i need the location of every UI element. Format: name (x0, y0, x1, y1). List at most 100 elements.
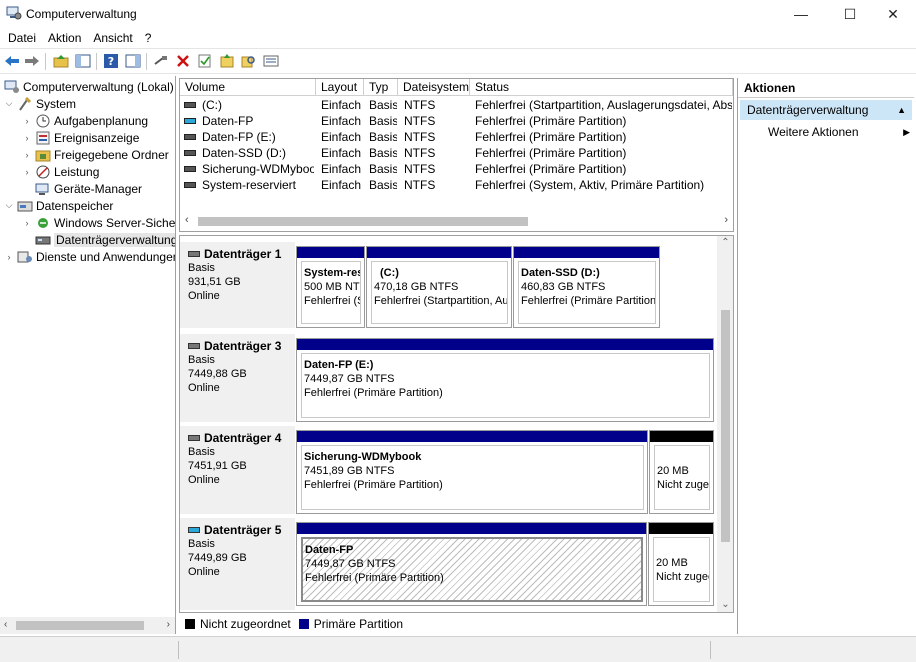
table-row[interactable]: Daten-FP Einfach Basis NTFS Fehlerfrei (… (180, 113, 733, 129)
tree-label: Leistung (54, 164, 100, 179)
table-row[interactable]: System-reserviert Einfach Basis NTFS Feh… (180, 177, 733, 193)
disk-type: Basis (188, 538, 215, 550)
show-hide-tree-icon[interactable] (74, 52, 92, 70)
delete-icon[interactable] (174, 52, 192, 70)
partition-d[interactable]: Daten-SSD (D:) 460,83 GB NTFS Fehlerfrei… (513, 246, 660, 328)
menu-help[interactable]: ? (139, 28, 158, 48)
scroll-right-icon[interactable]: › (724, 214, 728, 226)
maximize-button[interactable]: ☐ (827, 0, 873, 28)
disk-icon (188, 251, 200, 257)
tree-item-system[interactable]: ⌵ System (4, 95, 76, 112)
device-manager-icon (35, 182, 51, 196)
export-list-icon[interactable] (218, 52, 236, 70)
primary-swatch (298, 619, 309, 629)
menu-ansicht[interactable]: Ansicht (87, 28, 138, 48)
scrollbar-thumb[interactable] (16, 621, 144, 630)
menu-bar: Datei Aktion Ansicht ? (0, 28, 916, 48)
chevron-right-icon[interactable]: › (22, 116, 32, 126)
volume-icon (184, 134, 196, 140)
up-folder-icon[interactable] (52, 52, 70, 70)
table-row[interactable]: (C:) Einfach Basis NTFS Fehlerfrei (Star… (180, 97, 733, 113)
connect-icon[interactable] (152, 52, 170, 70)
disk-label[interactable]: Datenträger 3 Basis 7449,88 GB Online (180, 334, 295, 422)
forward-icon[interactable] (23, 52, 41, 70)
chevron-down-icon[interactable]: ⌵ (4, 200, 14, 211)
clock-icon (35, 114, 51, 128)
collapse-up-icon[interactable]: ▲ (897, 100, 906, 120)
menu-datei[interactable]: Datei (2, 28, 42, 48)
table-row[interactable]: Sicherung-WDMybook Einfach Basis NTFS Fe… (180, 161, 733, 177)
close-button[interactable]: ✕ (870, 0, 916, 28)
tree-item-root[interactable]: Computerverwaltung (Lokal) (4, 78, 174, 95)
tree-item-datentraegerverwaltung[interactable]: Datenträgerverwaltung (35, 231, 175, 248)
show-hide-action-pane-icon[interactable] (124, 52, 142, 70)
volume-icon (184, 102, 196, 108)
list-view-icon[interactable] (262, 52, 280, 70)
cell-layout: Einfach (321, 162, 362, 176)
column-header-dateisystem[interactable]: Dateisystem (398, 79, 470, 96)
scroll-up-icon[interactable]: ⌃ (717, 237, 733, 248)
tree-label: Dienste und Anwendungen (36, 249, 176, 264)
column-header-typ[interactable]: Typ (364, 79, 398, 96)
cell-status: Fehlerfrei (Primäre Partition) (475, 162, 627, 176)
partition-size: 20 MB (656, 557, 688, 569)
cell-dateisystem: NTFS (404, 98, 436, 112)
disk-label[interactable]: Datenträger 1 Basis 931,51 GB Online (180, 242, 295, 328)
column-header-volume[interactable]: Volume (180, 79, 316, 96)
partition-status: Fehlerfrei (System, Aktiv, Primäre Parti… (304, 295, 360, 307)
section-label: Datenträgerverwaltung (747, 103, 869, 117)
chevron-down-icon[interactable]: ⌵ (4, 98, 14, 109)
partition-name: Sicherung-WDMybook (304, 451, 422, 463)
scroll-right-icon[interactable]: › (167, 619, 170, 630)
properties-icon[interactable] (196, 52, 214, 70)
scroll-left-icon[interactable]: ‹ (4, 619, 7, 630)
cell-status: Fehlerfrei (Primäre Partition) (475, 114, 627, 128)
minimize-button[interactable]: — (778, 0, 824, 28)
legend-unallocated: Nicht zugeordnet (185, 617, 291, 631)
menu-aktion[interactable]: Aktion (42, 28, 87, 48)
table-row[interactable]: Daten-SSD (D:) Einfach Basis NTFS Fehler… (180, 145, 733, 161)
partition-system-reserved[interactable]: System-reserviert 500 MB NTFS Fehlerfrei… (296, 246, 365, 328)
partition-unallocated[interactable]: 20 MB Nicht zugeordnet (648, 522, 714, 606)
partition-sicherung[interactable]: Sicherung-WDMybook 7451,89 GB NTFS Fehle… (296, 430, 648, 514)
action-weitere-aktionen[interactable]: Weitere Aktionen ▶ (768, 123, 912, 141)
actions-section-datentraegerverwaltung[interactable]: Datenträgerverwaltung ▲ (740, 100, 912, 120)
back-icon[interactable] (3, 52, 21, 70)
partition-unallocated[interactable]: 20 MB Nicht zugeordnet (649, 430, 714, 514)
scroll-left-icon[interactable]: ‹ (185, 214, 189, 226)
scroll-down-icon[interactable]: ⌄ (717, 599, 733, 610)
column-header-layout[interactable]: Layout (316, 79, 364, 96)
storage-icon (17, 199, 33, 213)
tree-item-dienste[interactable]: › Dienste und Anwendungen (4, 248, 176, 265)
chevron-right-icon[interactable]: › (4, 252, 14, 262)
chevron-right-icon[interactable]: › (22, 133, 32, 143)
tree-item-leistung[interactable]: › Leistung (22, 163, 100, 180)
partition-c[interactable]: (C:) 470,18 GB NTFS Fehlerfrei (Startpar… (366, 246, 512, 328)
scrollbar-thumb[interactable] (198, 217, 528, 226)
chevron-right-icon[interactable]: › (22, 167, 32, 177)
chevron-right-icon[interactable]: › (22, 150, 32, 160)
cell-typ: Basis (369, 178, 397, 192)
tree-item-aufgabenplanung[interactable]: › Aufgabenplanung (22, 112, 149, 129)
tree-item-ereignisanzeige[interactable]: › Ereignisanzeige (22, 129, 140, 146)
tree-item-windows-server-sicherung[interactable]: › Windows Server-Sicherung (22, 214, 176, 231)
search-icon[interactable] (240, 52, 258, 70)
partition-size: 500 MB NTFS (304, 281, 360, 293)
tree-item-geraete-manager[interactable]: Geräte-Manager (35, 180, 142, 197)
disk-label[interactable]: Datenträger 4 Basis 7451,91 GB Online (180, 426, 295, 514)
disk-view-vertical-scrollbar[interactable]: ⌃ ⌄ (717, 236, 733, 612)
disk-label[interactable]: Datenträger 5 Basis 7449,89 GB Online (180, 518, 295, 610)
partition-e[interactable]: Daten-FP (E:) 7449,87 GB NTFS Fehlerfrei… (296, 338, 714, 422)
tree-item-datenspeicher[interactable]: ⌵ Datenspeicher (4, 197, 114, 214)
column-header-status[interactable]: Status (470, 79, 733, 96)
cell-volume: System-reserviert (202, 178, 297, 192)
scrollbar-thumb[interactable] (721, 310, 730, 542)
partition-daten-fp-selected[interactable]: Daten-FP 7449,87 GB NTFS Fehlerfrei (Pri… (296, 522, 647, 606)
help-icon[interactable]: ? (102, 52, 120, 70)
chevron-right-icon[interactable]: › (22, 218, 32, 228)
volume-list-horizontal-scrollbar[interactable]: ‹ › (180, 213, 733, 230)
table-row[interactable]: Daten-FP (E:) Einfach Basis NTFS Fehlerf… (180, 129, 733, 145)
partition-size: 460,83 GB NTFS (521, 281, 606, 293)
tree-horizontal-scrollbar[interactable]: ‹ › (0, 617, 175, 634)
tree-item-freigegebene-ordner[interactable]: › Freigegebene Ordner (22, 146, 169, 163)
